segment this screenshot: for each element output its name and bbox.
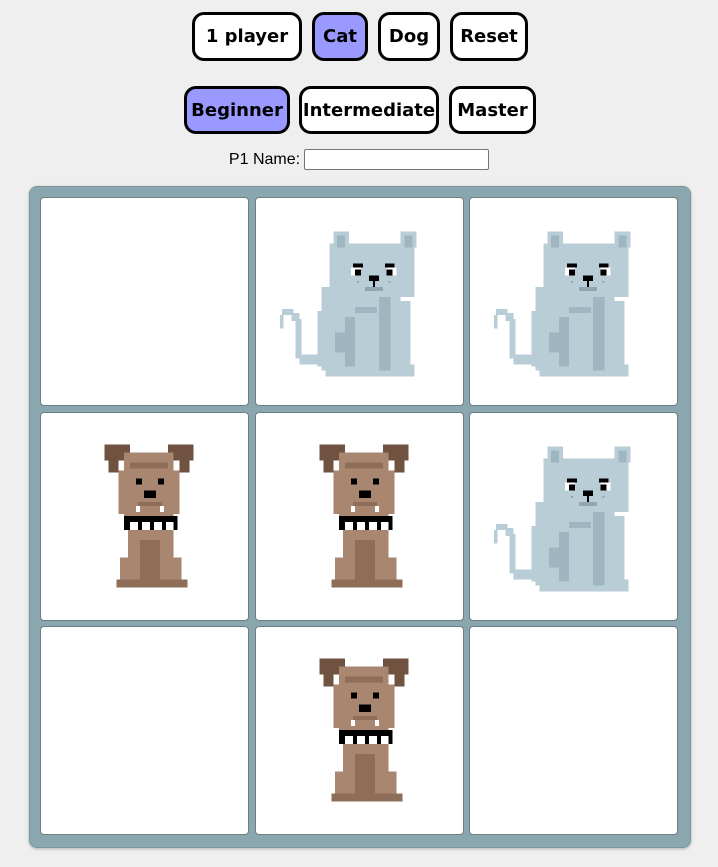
board-cell[interactable] (255, 412, 464, 621)
reset-button[interactable]: Reset (450, 12, 528, 61)
cat-piece-icon (470, 198, 677, 405)
game-board (29, 186, 691, 848)
board-cell[interactable] (40, 197, 249, 406)
board-cell[interactable] (40, 412, 249, 621)
cat-piece-icon (256, 198, 463, 405)
board-cell[interactable] (40, 626, 249, 835)
dog-piece-icon (256, 627, 463, 834)
board-cell[interactable] (469, 197, 678, 406)
intermediate-button[interactable]: Intermediate (299, 86, 439, 134)
player-name-label: P1 Name: (228, 150, 301, 168)
board-cell[interactable] (469, 626, 678, 835)
master-button[interactable]: Master (449, 86, 536, 134)
board-cell[interactable] (255, 626, 464, 835)
dog-piece-icon (41, 413, 248, 620)
one-player-button[interactable]: 1 player (192, 12, 302, 61)
dog-piece-icon (256, 413, 463, 620)
dog-button[interactable]: Dog (378, 12, 440, 61)
beginner-button[interactable]: Beginner (184, 86, 290, 134)
board-cell[interactable] (255, 197, 464, 406)
cat-piece-icon (470, 413, 677, 620)
player-name-row: P1 Name: (0, 149, 718, 170)
cat-button[interactable]: Cat (312, 12, 368, 61)
player-name-input[interactable] (304, 149, 490, 170)
board-cell[interactable] (469, 412, 678, 621)
